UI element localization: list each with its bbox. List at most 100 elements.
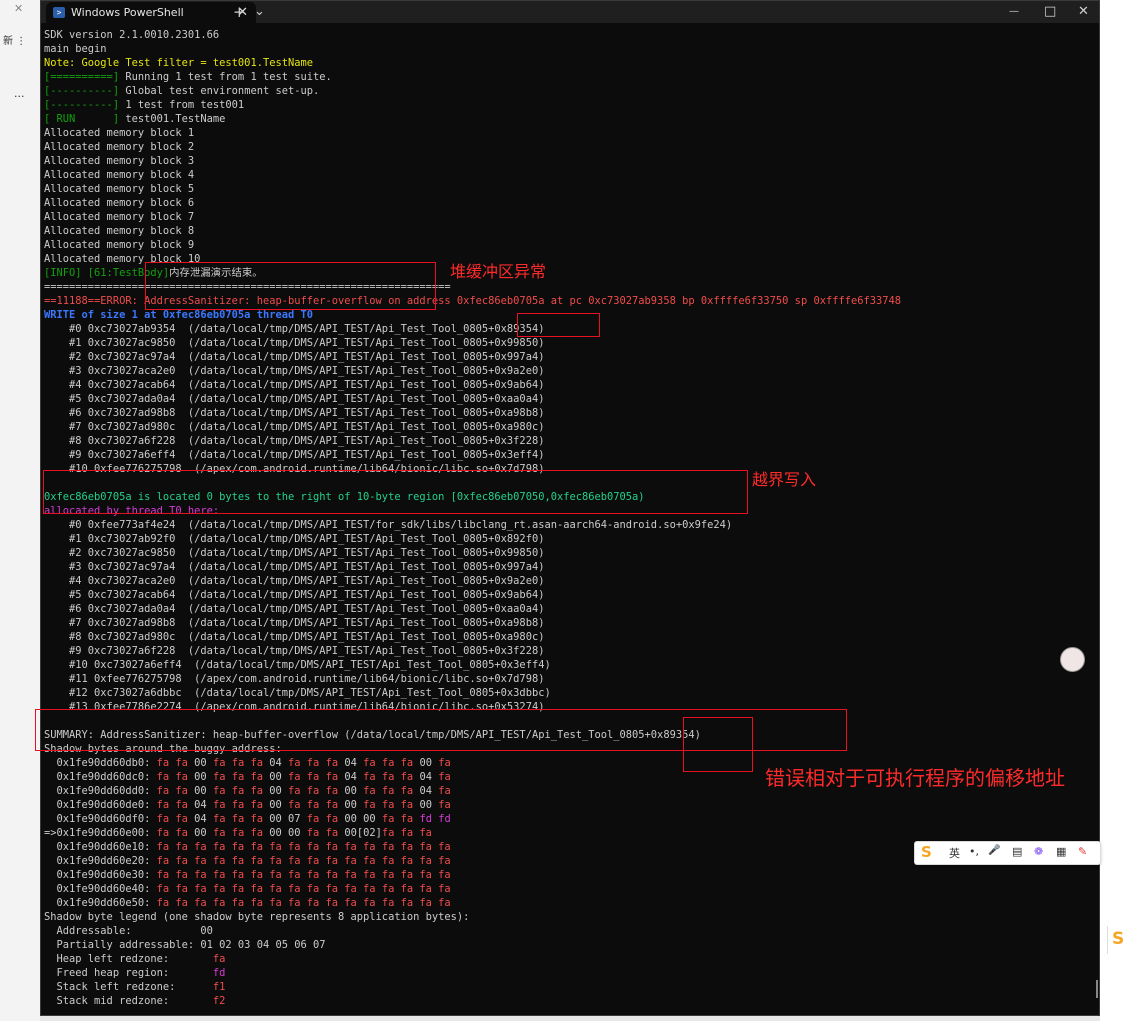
terminal-line: Allocated memory block 6 (44, 196, 1084, 210)
terminal-text: 04 (419, 785, 439, 797)
ime-grid-icon[interactable]: ▦ (1056, 845, 1066, 858)
terminal-text: fa fa (156, 785, 195, 797)
terminal-line: Addressable: 00 (44, 924, 1084, 938)
tab-powershell[interactable]: > Windows PowerShell ✕ (46, 2, 256, 23)
ime-lang-toggle[interactable]: 英 (949, 845, 960, 861)
terminal-output[interactable]: SDK version 2.1.0010.2301.66 main begin No… (44, 28, 1084, 1013)
terminal-line: Stack left redzone: f1 (44, 980, 1084, 994)
terminal-text: Allocated memory block 9 (44, 239, 195, 251)
terminal-line: #5 0xc73027ada0a4 (/data/local/tmp/DMS/A… (44, 392, 1084, 406)
annotation-heap-overflow: 堆缓冲区异常 (450, 262, 547, 281)
terminal-text: #5 0xc73027ada0a4 (/data/local/tmp/DMS/A… (44, 393, 545, 405)
minimize-button[interactable]: — (1009, 1, 1019, 23)
terminal-text: Partially addressable: 01 02 03 04 05 06… (44, 939, 326, 951)
terminal-text: #0 0xc73027ab9354 (/data/local/tmp/DMS/A… (44, 323, 545, 335)
ime-side-button[interactable]: S (1107, 926, 1147, 954)
terminal-text: 0x1fe90dd60e20: (44, 855, 157, 867)
ime-keyboard-icon[interactable]: ▤ (1012, 845, 1022, 858)
close-button[interactable]: ✕ (1078, 1, 1089, 23)
terminal-text: #4 0xc73027aca2e0 (/data/local/tmp/DMS/A… (44, 575, 545, 587)
ime-punct-toggle[interactable]: •, (969, 845, 979, 858)
terminal-text: 04 (194, 813, 213, 825)
terminal-line: 0x1fe90dd60e40: fa fa fa fa fa fa fa fa … (44, 882, 1084, 896)
terminal-text: Allocated memory block 8 (44, 225, 195, 237)
terminal-text: 00 (269, 799, 289, 811)
terminal-text: fa fa (306, 813, 345, 825)
terminal-line: #5 0xc73027acab64 (/data/local/tmp/DMS/A… (44, 588, 1084, 602)
horizontal-scrollbar[interactable] (40, 1016, 1100, 1021)
terminal-text: fa fa fa (212, 799, 270, 811)
terminal-line: [----------] 1 test from test001 (44, 98, 1084, 112)
terminal-line: =>0x1fe90dd60e00: fa fa 00 fa fa fa 00 0… (44, 826, 1084, 840)
terminal-text: #0 0xfee773af4e24 (/data/local/tmp/DMS/A… (44, 519, 733, 531)
terminal-text: 04 (344, 771, 364, 783)
terminal-text: fa (438, 785, 451, 797)
annotation-offset-address: 错误相对于可执行程序的偏移地址 (765, 766, 1065, 790)
terminal-text: #8 0xc73027a6f228 (/data/local/tmp/DMS/A… (44, 435, 545, 447)
terminal-line: main begin (44, 42, 1084, 56)
sidebar-more-icon[interactable]: ··· (14, 90, 25, 103)
terminal-text: #10 0xc73027a6eff4 (/data/local/tmp/DMS/… (44, 659, 551, 671)
ime-tool-icon[interactable]: ✎ (1078, 845, 1087, 858)
terminal-text: fa fa fa fa fa fa fa fa fa fa fa fa fa f… (156, 869, 451, 881)
terminal-line: #3 0xc73027ac97a4 (/data/local/tmp/DMS/A… (44, 560, 1084, 574)
sidebar-menu[interactable]: 新 ⋮ (3, 32, 26, 47)
terminal-line: 0x1fe90dd60e30: fa fa fa fa fa fa fa fa … (44, 868, 1084, 882)
terminal-text: #4 0xc73027acab64 (/data/local/tmp/DMS/A… (44, 379, 545, 391)
terminal-line: #7 0xc73027ad98b8 (/data/local/tmp/DMS/A… (44, 616, 1084, 630)
terminal-text: fa fa fa (381, 827, 432, 839)
ime-logo-icon[interactable]: S (921, 843, 932, 861)
terminal-text: fa fa fa (288, 799, 345, 811)
terminal-text: fa fa fa fa fa fa fa fa fa fa fa fa fa f… (156, 897, 451, 909)
ime-mic-icon[interactable]: 🎤 (988, 845, 1000, 856)
terminal-text: 0x1fe90dd60df0: (44, 813, 157, 825)
terminal-line: 0x1fe90dd60e50: fa fa fa fa fa fa fa fa … (44, 896, 1084, 910)
terminal-text: 0x1fe90dd60e50: (44, 897, 157, 909)
terminal-line: [----------] Global test environment set… (44, 84, 1084, 98)
terminal-line: Heap left redzone: fa (44, 952, 1084, 966)
terminal-line: #6 0xc73027ad98b8 (/data/local/tmp/DMS/A… (44, 406, 1084, 420)
terminal-text: 04 (419, 771, 439, 783)
terminal-text: 00 (194, 827, 213, 839)
terminal-text: main begin (44, 43, 107, 55)
terminal-line: #11 0xfee776275798 (/apex/com.android.ru… (44, 672, 1084, 686)
terminal-text: #6 0xc73027ad98b8 (/data/local/tmp/DMS/A… (44, 407, 545, 419)
powershell-icon: > (53, 7, 65, 18)
terminal-line: SDK version 2.1.0010.2301.66 (44, 28, 1084, 42)
terminal-text: fa fa fa fa fa fa fa fa fa fa fa fa fa f… (156, 855, 451, 867)
terminal-text: 04 (344, 757, 364, 769)
terminal-text: fa fa fa (212, 785, 270, 797)
terminal-text: Note: Google Test filter = test001.TestN… (44, 57, 313, 69)
terminal-line: 0x1fe90dd60de0: fa fa 04 fa fa fa 00 fa … (44, 798, 1084, 812)
terminal-text: #1 0xc73027ac9850 (/data/local/tmp/DMS/A… (44, 337, 545, 349)
terminal-line: Partially addressable: 01 02 03 04 05 06… (44, 938, 1084, 952)
terminal-text: #9 0xc73027a6eff4 (/data/local/tmp/DMS/A… (44, 449, 545, 461)
assistant-avatar-icon[interactable] (1060, 647, 1085, 672)
left-sidebar: ✕ 新 ⋮ ··· (0, 0, 41, 1021)
new-tab-button[interactable]: + (233, 1, 246, 23)
terminal-text: Allocated memory block 5 (44, 183, 195, 195)
terminal-text: 0x1fe90dd60dd0: (44, 785, 157, 797)
maximize-button[interactable]: □ (1044, 1, 1056, 23)
terminal-text: fa (438, 799, 451, 811)
terminal-text: 00 (194, 785, 213, 797)
terminal-text: 0x1fe90dd60e10: (44, 841, 157, 853)
tab-dropdown-icon[interactable]: ⌄ (254, 1, 265, 23)
terminal-text: Allocated memory block 2 (44, 141, 195, 153)
ime-skin-icon[interactable]: ❁ (1034, 845, 1043, 858)
terminal-line: #1 0xc73027ab92f0 (/data/local/tmp/DMS/A… (44, 532, 1084, 546)
terminal-text: fa fa (306, 827, 345, 839)
terminal-text: 00 00 (344, 813, 382, 825)
terminal-text: Heap left redzone: (44, 953, 213, 965)
terminal-text: 00 (269, 785, 289, 797)
title-bar: > Windows PowerShell ✕ + ⌄ — □ ✕ (41, 1, 1099, 23)
terminal-text: fa fa (381, 813, 420, 825)
terminal-text: fa fa fa (212, 757, 270, 769)
terminal-scrollbar[interactable] (1096, 980, 1098, 998)
sidebar-close-icon[interactable]: ✕ (14, 2, 23, 15)
terminal-text: #8 0xc73027ad980c (/data/local/tmp/DMS/A… (44, 631, 545, 643)
terminal-text: Allocated memory block 3 (44, 155, 195, 167)
terminal-line: #9 0xc73027a6f228 (/data/local/tmp/DMS/A… (44, 644, 1084, 658)
terminal-text: [----------] (44, 85, 120, 97)
terminal-text: fa fa (156, 771, 195, 783)
